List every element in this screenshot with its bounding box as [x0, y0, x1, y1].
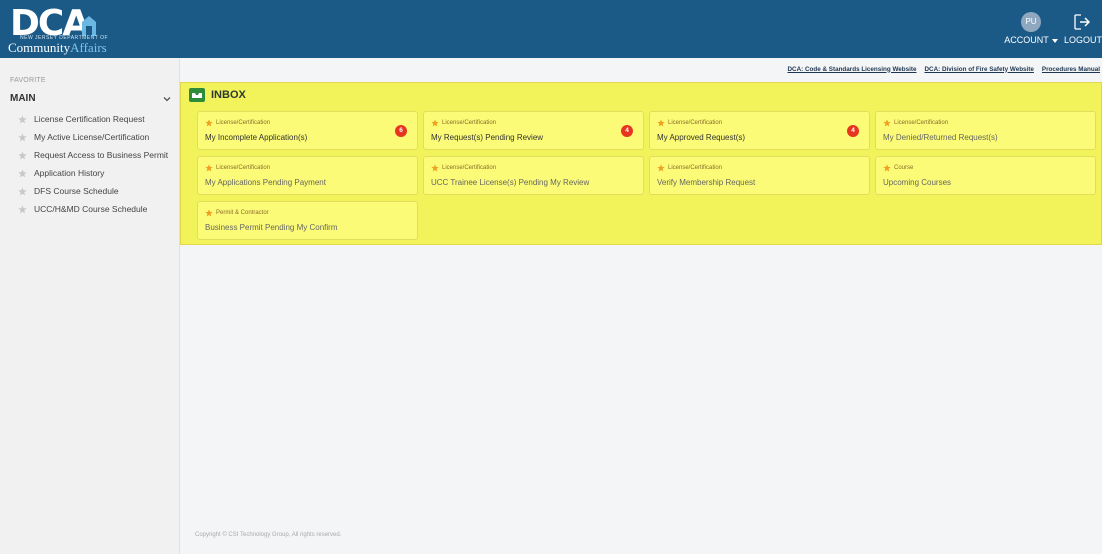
count-badge: 4	[847, 125, 859, 137]
inbox-card-incomplete-applications[interactable]: License/Certification My Incomplete Appl…	[197, 111, 418, 150]
sidebar-item-label: Application History	[34, 168, 105, 178]
favorite-label: FAVORITE	[10, 77, 46, 84]
sidebar-item-license-certification-request[interactable]: License Certification Request	[18, 110, 178, 128]
logo-sub-prefix: Community	[8, 40, 71, 55]
inbox-card-ucc-trainee-review[interactable]: License/Certification UCC Trainee Licens…	[423, 156, 644, 195]
sidebar-item-application-history[interactable]: Application History	[18, 164, 178, 182]
card-title: My Approved Request(s)	[657, 133, 746, 142]
sidebar-item-label: My Active License/Certification	[34, 132, 150, 142]
card-title: My Denied/Returned Request(s)	[883, 133, 998, 142]
star-icon[interactable]	[18, 204, 27, 214]
link-procedures-manual[interactable]: Procedures Manual	[1042, 66, 1100, 73]
account-label-row: ACCOUNT	[1001, 34, 1061, 46]
star-icon	[431, 119, 439, 127]
card-category-label: License/Certification	[442, 120, 497, 126]
star-icon[interactable]	[18, 168, 27, 178]
card-title: My Request(s) Pending Review	[431, 133, 544, 142]
card-category-label: License/Certification	[216, 165, 271, 171]
logo-subtitle: CommunityAffairs	[8, 40, 107, 56]
card-title: My Applications Pending Payment	[205, 178, 326, 187]
card-title: UCC Trainee License(s) Pending My Review	[431, 178, 590, 187]
top-header: DCA NEW JERSEY DEPARTMENT OF CommunityAf…	[0, 0, 1102, 58]
card-category-label: Course	[894, 165, 914, 171]
card-category-label: License/Certification	[216, 120, 271, 126]
account-label: ACCOUNT	[1004, 35, 1049, 45]
inbox-card-upcoming-courses[interactable]: Course Upcoming Courses	[875, 156, 1096, 195]
caret-down-icon	[1051, 38, 1058, 43]
inbox-card-pending-review[interactable]: License/Certification My Request(s) Pend…	[423, 111, 644, 150]
card-category: License/Certification	[205, 164, 270, 172]
card-category: Permit & Contractor	[205, 209, 269, 217]
star-icon	[205, 119, 213, 127]
sidebar-item-request-access-business-permit[interactable]: Request Access to Business Permit	[18, 146, 178, 164]
star-icon	[883, 164, 891, 172]
card-category: License/Certification	[205, 119, 270, 127]
count-badge: 4	[621, 125, 633, 137]
avatar: PU	[1021, 12, 1041, 32]
top-links: DCA: Code & Standards Licensing Website …	[180, 58, 1102, 80]
inbox-card-business-permit-confirm[interactable]: Permit & Contractor Business Permit Pend…	[197, 201, 418, 240]
sidebar-item-my-active-license[interactable]: My Active License/Certification	[18, 128, 178, 146]
card-title: Verify Membership Request	[657, 178, 756, 187]
inbox-card-approved-requests[interactable]: License/Certification My Approved Reques…	[649, 111, 870, 150]
link-division-fire-safety[interactable]: DCA: Division of Fire Safety Website	[925, 66, 1034, 73]
card-category: License/Certification	[657, 119, 722, 127]
inbox-card-pending-payment[interactable]: License/Certification My Applications Pe…	[197, 156, 418, 195]
star-icon	[205, 209, 213, 217]
star-icon	[657, 164, 665, 172]
dca-logo[interactable]: DCA NEW JERSEY DEPARTMENT OF CommunityAf…	[4, 4, 179, 56]
link-code-standards-licensing[interactable]: DCA: Code & Standards Licensing Website	[788, 66, 917, 73]
chevron-down-icon[interactable]	[162, 94, 172, 104]
star-icon[interactable]	[18, 150, 27, 160]
card-category-label: License/Certification	[668, 165, 723, 171]
card-title: Business Permit Pending My Confirm	[205, 223, 338, 232]
inbox-card-verify-membership[interactable]: License/Certification Verify Membership …	[649, 156, 870, 195]
account-menu[interactable]: PU ACCOUNT	[1001, 12, 1061, 52]
card-category-label: Permit & Contractor	[216, 210, 269, 216]
card-category: License/Certification	[431, 119, 496, 127]
card-category: License/Certification	[431, 164, 496, 172]
card-title: My Incomplete Application(s)	[205, 133, 308, 142]
inbox-card-denied-returned[interactable]: License/Certification My Denied/Returned…	[875, 111, 1096, 150]
card-title: Upcoming Courses	[883, 178, 952, 187]
house-icon	[82, 16, 96, 36]
card-category-label: License/Certification	[668, 120, 723, 126]
logout-label: LOGOUT	[1064, 35, 1102, 45]
star-icon[interactable]	[18, 186, 27, 196]
card-category: License/Certification	[883, 119, 948, 127]
copyright-text: Copyright © CSI Technology Group, All ri…	[195, 532, 342, 538]
inbox-header: INBOX	[189, 87, 246, 103]
sidebar-item-ucc-hmd-course-schedule[interactable]: UCC/H&MD Course Schedule	[18, 200, 178, 218]
inbox-tray-icon	[189, 88, 205, 102]
sidebar-item-label: License Certification Request	[34, 114, 145, 124]
inbox-title: INBOX	[211, 89, 246, 101]
count-badge: 6	[395, 125, 407, 137]
card-category-label: License/Certification	[442, 165, 497, 171]
star-icon	[205, 164, 213, 172]
sidebar-menu: License Certification Request My Active …	[18, 110, 178, 218]
logo-sub-suffix: Affairs	[70, 40, 107, 55]
sidebar-item-label: UCC/H&MD Course Schedule	[34, 204, 148, 214]
logout-button[interactable]: LOGOUT	[1064, 12, 1102, 52]
card-category-label: License/Certification	[894, 120, 949, 126]
star-icon[interactable]	[18, 114, 27, 124]
sidebar-item-label: DFS Course Schedule	[34, 186, 119, 196]
sidebar-item-label: Request Access to Business Permit	[34, 150, 169, 160]
card-category: License/Certification	[657, 164, 722, 172]
main-section-label[interactable]: MAIN	[10, 93, 36, 104]
star-icon	[657, 119, 665, 127]
card-category: Course	[883, 164, 913, 172]
sidebar: FAVORITE MAIN License Certification Requ…	[0, 58, 180, 554]
star-icon	[883, 119, 891, 127]
logout-arrow-icon	[1074, 14, 1091, 30]
star-icon	[431, 164, 439, 172]
star-icon[interactable]	[18, 132, 27, 142]
sidebar-item-dfs-course-schedule[interactable]: DFS Course Schedule	[18, 182, 178, 200]
inbox-panel: INBOX License/Certification My Incomplet…	[180, 82, 1102, 245]
